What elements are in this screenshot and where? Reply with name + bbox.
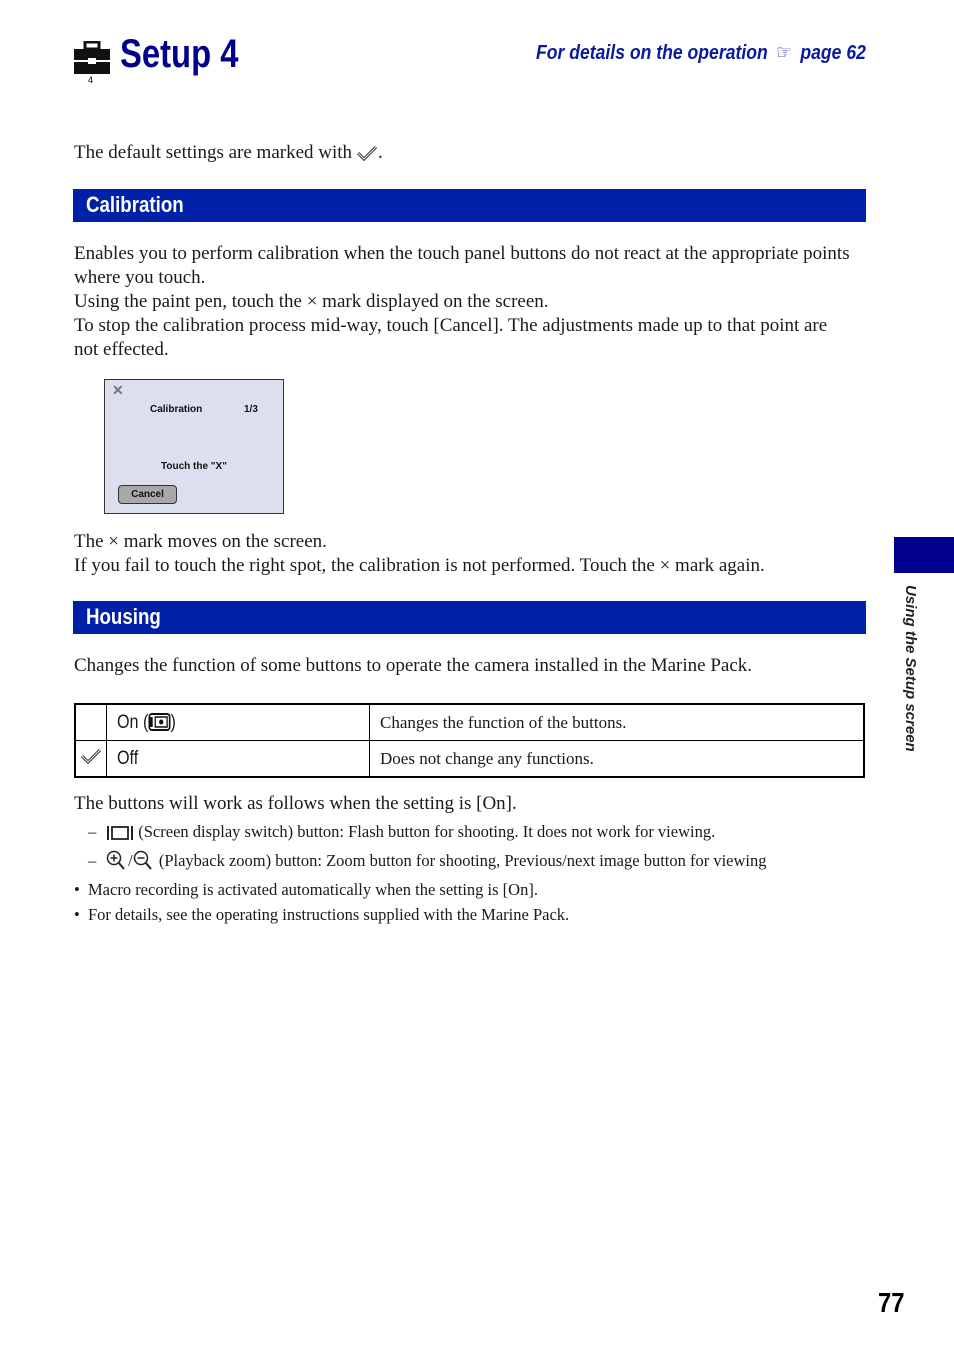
section-header-calibration: Calibration [73,189,866,222]
option-label-cell: Off [106,740,370,778]
default-marker-cell [74,703,107,741]
marine-pack-icon [148,712,171,732]
list-item: • Macro recording is activated automatica… [74,880,538,899]
paragraph: To stop the calibration process mid-way,… [74,315,828,360]
operation-reference-text: For details on the operation [536,42,768,64]
paragraph: Enables you to perform calibration when … [74,243,850,288]
page-title: Setup 4 [120,32,239,76]
chapter-tab[interactable] [894,537,954,573]
list-item-text: For details, see the operating instructi… [88,905,570,924]
section-title: Calibration [86,192,184,217]
option-description: Does not change any functions. [369,740,865,778]
paragraph: The × mark moves on the screen. [74,531,327,552]
default-note-suffix: . [378,142,383,163]
title-icon-number: 4 [88,75,94,85]
housing-notes-list: – (Screen display switch) button: Flash … [74,819,874,927]
list-item: • For details, see the operating instruct… [74,905,570,924]
chapter-label-text: Using the Setup screen [902,585,919,752]
default-settings-note: The default settings are marked with. [74,141,383,165]
housing-description: Changes the function of some buttons to … [74,655,752,676]
calibration-screen-illustration: ✕ Calibration 1/3 Touch the "X" Cancel [104,379,284,514]
table-row: On () Changes the function of the button… [74,703,865,741]
default-note-text: The default settings are marked with [74,142,353,163]
calibration-description: Enables you to perform calibration when … [74,242,854,362]
zoom-out-icon [133,850,155,877]
operation-reference-page[interactable]: page 62 [800,42,866,64]
checkmark-icon [80,748,102,768]
screen-title: Calibration [150,404,203,415]
checkmark-icon [356,144,378,162]
operation-reference-link[interactable]: For details on the operation ☞ page 62 [536,40,866,65]
option-label-cell: On () [106,703,370,741]
option-description: Changes the function of the buttons. [369,703,865,741]
list-item: – (Screen display switch) button: Flash … [74,819,874,848]
calibration-notes: The × mark moves on the screen. If you f… [74,530,874,578]
housing-on-behavior-intro: The buttons will work as follows when th… [74,793,517,814]
pointing-hand-icon: ☞ [776,42,793,64]
close-icon: ✕ [112,382,124,398]
list-item: – / (Playback zoom) button: Zoom button … [74,848,874,877]
default-marker-cell [74,740,107,778]
screen-display-switch-icon [106,823,134,848]
list-item-text: Macro recording is activated automatical… [88,880,538,899]
option-label: Off [117,747,139,769]
housing-options-table: On () Changes the function of the button… [74,703,865,778]
paragraph: Using the paint pen, touch the × mark di… [74,291,549,312]
table-row: Off Does not change any functions. [74,740,865,778]
option-label: On ( [117,711,149,733]
chapter-label: Using the Setup screen [902,585,924,775]
screen-step-counter: 1/3 [244,404,258,415]
section-title: Housing [86,604,161,629]
section-header-housing: Housing [73,601,866,634]
zoom-in-icon [106,850,128,877]
screen-instruction: Touch the "X" [161,461,227,472]
list-item-text: (Playback zoom) button: Zoom button for … [158,851,767,870]
paragraph: If you fail to touch the right spot, the… [74,555,765,576]
toolbox-icon [74,40,110,75]
option-label-suffix: ) [170,711,176,733]
list-item-text: (Screen display switch) button: Flash bu… [138,822,716,841]
page-number: 77 [878,1287,905,1318]
screen-cancel-button: Cancel [118,485,177,504]
